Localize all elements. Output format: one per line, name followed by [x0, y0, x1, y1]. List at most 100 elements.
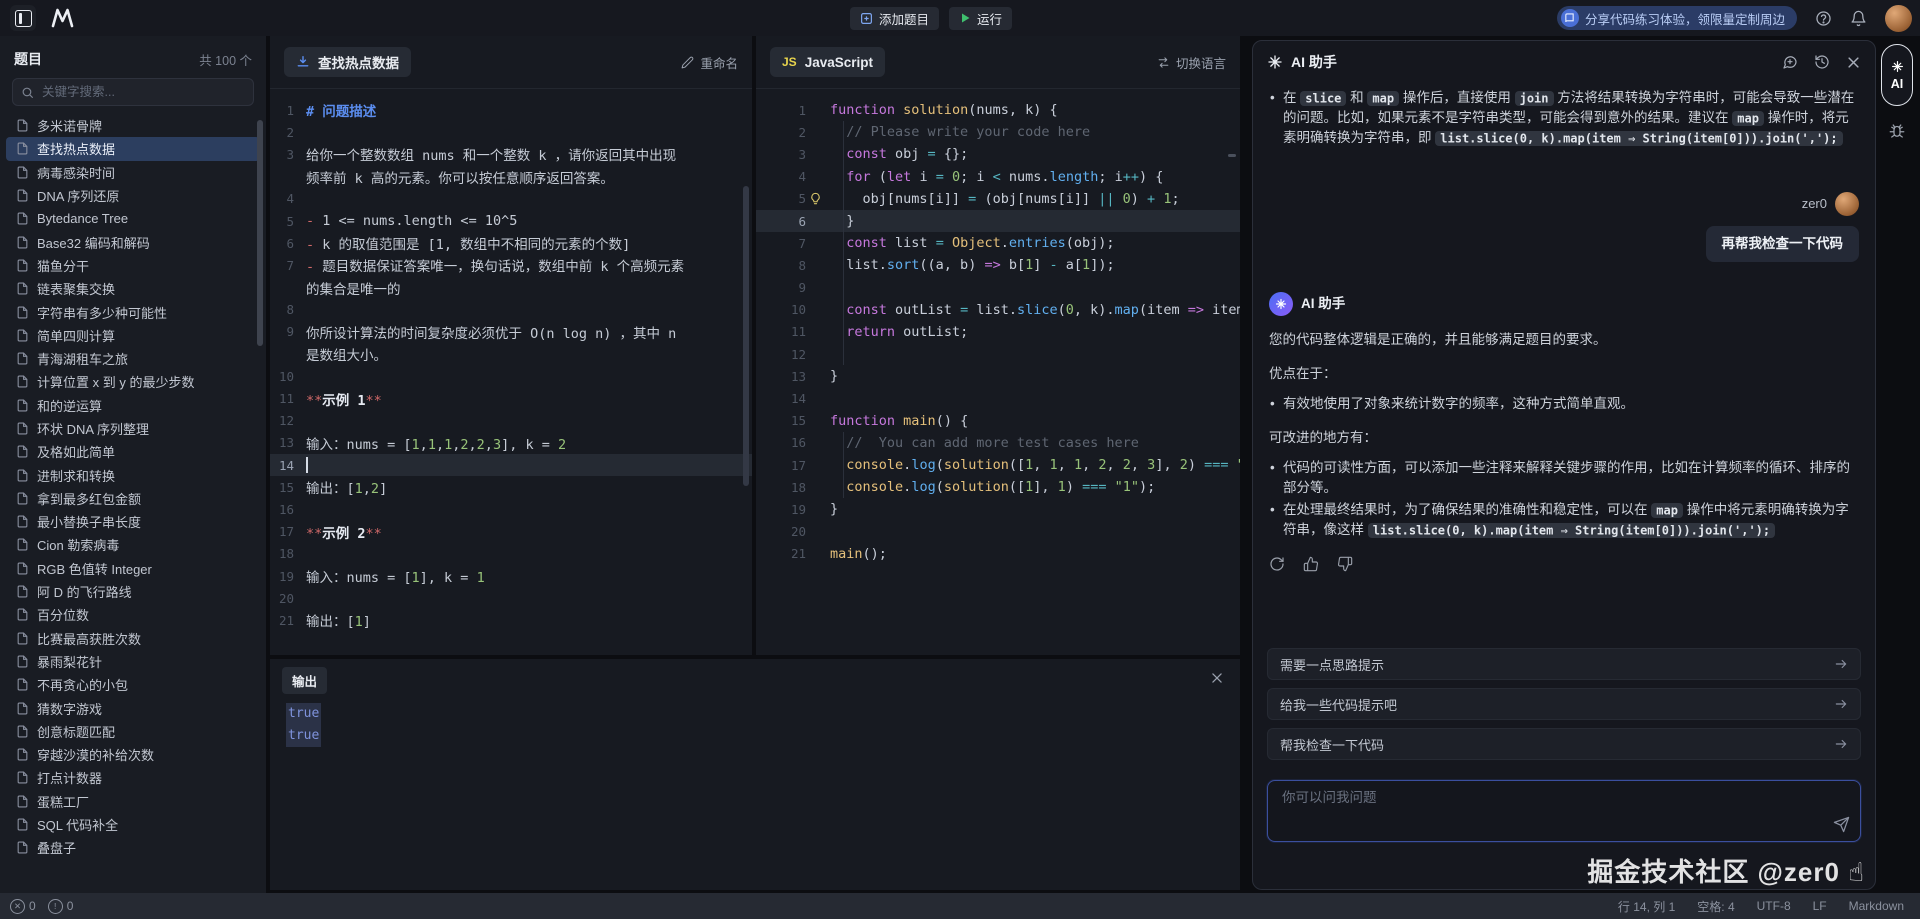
run-button[interactable]: 运行	[949, 7, 1012, 30]
doc-line[interactable]: 21输出：[1]	[270, 609, 752, 631]
doc-line[interactable]: 19输入：nums = [1], k = 1	[270, 565, 752, 587]
sidebar-scrollbar[interactable]	[257, 120, 263, 346]
code-line[interactable]: 8 list.sort((a, b) => b[1] - a[1]);	[756, 254, 1240, 276]
sidebar-item[interactable]: 字符串有多少种可能性	[6, 300, 260, 323]
doc-line[interactable]: 2	[270, 121, 752, 143]
sidebar-item[interactable]: 简单四则计算	[6, 324, 260, 347]
sidebar-item[interactable]: 蛋糕工厂	[6, 790, 260, 813]
code-line[interactable]: 20	[756, 521, 1240, 543]
editor-scrollbar[interactable]	[1228, 154, 1236, 157]
error-count[interactable]: ✕0	[10, 899, 36, 914]
sidebar-item[interactable]: 最小替换子串长度	[6, 510, 260, 533]
sidebar-item[interactable]: 拿到最多红包金额	[6, 487, 260, 510]
sidebar-item[interactable]: DNA 序列还原	[6, 184, 260, 207]
doc-line[interactable]: 是数组大小。	[270, 343, 752, 365]
suggested-prompt[interactable]: 帮我检查一下代码	[1267, 728, 1861, 760]
code-line[interactable]: 1function solution(nums, k) {	[756, 99, 1240, 121]
sidebar-item[interactable]: 多米诺骨牌	[6, 114, 260, 137]
doc-line[interactable]: 17**示例 2**	[270, 521, 752, 543]
chat-input-box[interactable]	[1267, 780, 1861, 842]
sidebar-item[interactable]: 阿 D 的飞行路线	[6, 580, 260, 603]
close-output-icon[interactable]	[1210, 671, 1224, 685]
doc-line[interactable]: 10	[270, 365, 752, 387]
problem-scrollbar[interactable]	[743, 186, 749, 486]
switch-language-button[interactable]: 切换语言	[1157, 53, 1226, 72]
problem-tab[interactable]: 查找热点数据	[284, 47, 411, 77]
sidebar-item[interactable]: 叠盘子	[6, 836, 260, 859]
sidebar-item[interactable]: 和的逆运算	[6, 394, 260, 417]
sidebar-item[interactable]: 猫鱼分干	[6, 254, 260, 277]
rename-button[interactable]: 重命名	[681, 53, 738, 72]
doc-line[interactable]: 8	[270, 299, 752, 321]
sidebar-item[interactable]: 比赛最高获胜次数	[6, 627, 260, 650]
code-line[interactable]: 15function main() {	[756, 410, 1240, 432]
sidebar-item[interactable]: 暴雨梨花针	[6, 650, 260, 673]
code-line[interactable]: 19}	[756, 498, 1240, 520]
user-avatar[interactable]	[1885, 5, 1912, 32]
code-line[interactable]: 4 for (let i = 0; i < nums.length; i++) …	[756, 166, 1240, 188]
doc-line[interactable]: 7- 题目数据保证答案唯一，换句话说，数组中前 k 个高频元素	[270, 254, 752, 276]
suggested-prompt[interactable]: 需要一点思路提示	[1267, 648, 1861, 680]
doc-line[interactable]: 3给你一个整数数组 nums 和一个整数 k ，请你返回其中出现	[270, 143, 752, 165]
sidebar-item[interactable]: 青海湖租车之旅	[6, 347, 260, 370]
ai-assistant-toggle[interactable]: AI	[1881, 44, 1913, 106]
sidebar-item[interactable]: 不再贪心的小包	[6, 673, 260, 696]
code-line[interactable]: 6 }	[756, 210, 1240, 232]
chat-input[interactable]	[1280, 789, 1820, 806]
search-box[interactable]	[12, 78, 254, 106]
doc-line[interactable]: 12	[270, 410, 752, 432]
code-line[interactable]: 21main();	[756, 543, 1240, 565]
code-line[interactable]: 17 console.log(solution([1, 1, 1, 2, 2, …	[756, 454, 1240, 476]
doc-line[interactable]: 4	[270, 188, 752, 210]
regenerate-icon[interactable]	[1269, 556, 1285, 572]
doc-line[interactable]: 20	[270, 587, 752, 609]
send-icon[interactable]	[1833, 816, 1850, 833]
sidebar-item[interactable]: 计算位置 x 到 y 的最少步数	[6, 370, 260, 393]
doc-line[interactable]: 6- k 的取值范围是 [1, 数组中不相同的元素的个数]	[270, 232, 752, 254]
sidebar-item[interactable]: 及格如此简单	[6, 440, 260, 463]
sidebar-item[interactable]: RGB 色值转 Integer	[6, 557, 260, 580]
sidebar-item[interactable]: SQL 代码补全	[6, 813, 260, 836]
code-line[interactable]: 16 // You can add more test cases here	[756, 432, 1240, 454]
code-line[interactable]: 9	[756, 277, 1240, 299]
sidebar-item[interactable]: 环状 DNA 序列整理	[6, 417, 260, 440]
doc-line[interactable]: 频率前 k 高的元素。你可以按任意顺序返回答案。	[270, 166, 752, 188]
language-mode[interactable]: Markdown	[1849, 899, 1904, 913]
search-input[interactable]	[40, 84, 245, 100]
doc-line[interactable]: 的集合是唯一的	[270, 277, 752, 299]
doc-line[interactable]: 13输入：nums = [1,1,1,2,2,3], k = 2	[270, 432, 752, 454]
thumbs-down-icon[interactable]	[1337, 556, 1353, 572]
sidebar-item[interactable]: 猜数字游戏	[6, 696, 260, 719]
cursor-position[interactable]: 行 14, 列 1	[1618, 898, 1675, 915]
code-line[interactable]: 3 const obj = {};	[756, 143, 1240, 165]
code-line[interactable]: 7 const list = Object.entries(obj);	[756, 232, 1240, 254]
sidebar-item[interactable]: 穿越沙漠的补给次数	[6, 743, 260, 766]
indent-setting[interactable]: 空格: 4	[1697, 898, 1734, 915]
sidebar-item[interactable]: Cion 勒索病毒	[6, 533, 260, 556]
sidebar-toggle-button[interactable]	[10, 5, 36, 31]
code-line[interactable]: 13}	[756, 365, 1240, 387]
doc-line[interactable]: 9你所设计算法的时间复杂度必须优于 O(n log n) ，其中 n	[270, 321, 752, 343]
doc-line[interactable]: 11**示例 1**	[270, 387, 752, 409]
sidebar-item[interactable]: 病毒感染时间	[6, 161, 260, 184]
close-ai-panel-icon[interactable]	[1846, 55, 1861, 70]
help-icon[interactable]	[1815, 10, 1832, 27]
code-editor[interactable]: 1function solution(nums, k) {2 // Please…	[756, 89, 1240, 565]
doc-line[interactable]: 16	[270, 498, 752, 520]
thumbs-up-icon[interactable]	[1303, 556, 1319, 572]
sidebar-item[interactable]: Base32 编码和解码	[6, 230, 260, 253]
encoding[interactable]: UTF-8	[1757, 899, 1791, 913]
sidebar-item[interactable]: 创意标题匹配	[6, 720, 260, 743]
sidebar-item[interactable]: 查找热点数据	[6, 137, 260, 160]
doc-line[interactable]: 14	[270, 454, 752, 476]
lightbulb-icon[interactable]	[809, 191, 822, 206]
bug-report-icon[interactable]	[1888, 122, 1906, 140]
code-line[interactable]: 14	[756, 387, 1240, 409]
doc-line[interactable]: 5- 1 <= nums.length <= 10^5	[270, 210, 752, 232]
code-line[interactable]: 5 obj[nums[i]] = (obj[nums[i]] || 0) + 1…	[756, 188, 1240, 210]
sidebar-item[interactable]: Bytedance Tree	[6, 207, 260, 230]
doc-line[interactable]: 18	[270, 543, 752, 565]
code-line[interactable]: 10 const outList = list.slice(0, k).map(…	[756, 299, 1240, 321]
warning-count[interactable]: !0	[48, 899, 74, 914]
doc-line[interactable]: 15输出：[1,2]	[270, 476, 752, 498]
